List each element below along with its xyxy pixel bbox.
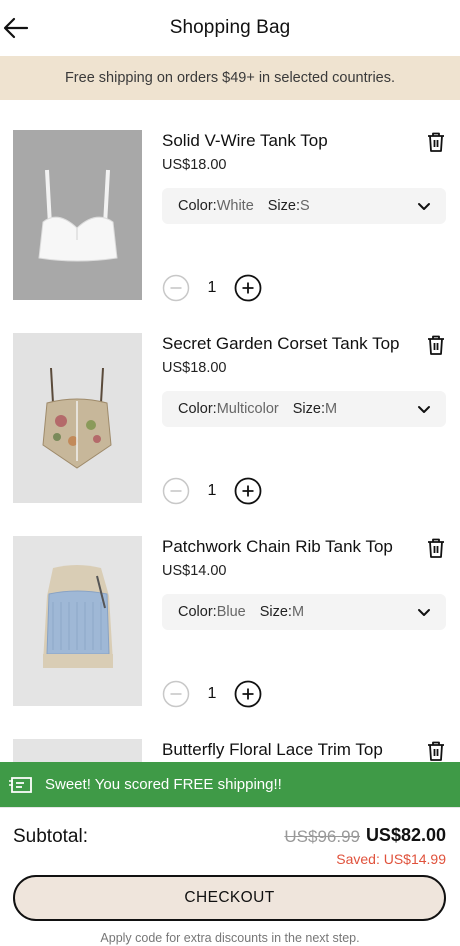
color-label: Color: bbox=[178, 604, 217, 620]
chevron-down-icon bbox=[418, 203, 430, 210]
item-price: US$18.00 bbox=[162, 360, 227, 376]
item-price: US$18.00 bbox=[162, 157, 227, 173]
plus-icon[interactable] bbox=[234, 477, 262, 505]
quantity-stepper: 1 bbox=[162, 680, 262, 708]
size-value: M bbox=[291, 604, 305, 620]
color-value: White bbox=[216, 198, 254, 214]
variant-selector[interactable]: Color: White Size: S bbox=[162, 188, 446, 224]
trash-icon[interactable] bbox=[425, 131, 447, 153]
minus-icon[interactable] bbox=[162, 477, 190, 505]
checkout-footer: Subtotal: US$96.99 US$82.00 Saved: US$14… bbox=[0, 807, 460, 946]
size-label: Size: bbox=[259, 604, 292, 620]
discount-hint: Apply code for extra discounts in the ne… bbox=[100, 931, 360, 945]
quantity-value: 1 bbox=[207, 685, 217, 702]
size-value: M bbox=[324, 401, 338, 417]
size-label: Size: bbox=[267, 198, 301, 214]
shipping-banner-text: Free shipping on orders $49+ in selected… bbox=[64, 70, 396, 86]
item-price: US$14.00 bbox=[162, 563, 227, 579]
header: Shopping Bag bbox=[0, 0, 460, 56]
checkout-button[interactable]: CHECKOUT bbox=[13, 875, 446, 921]
shipping-truck-icon bbox=[9, 776, 32, 793]
chevron-down-icon bbox=[418, 609, 430, 616]
free-shipping-bar: Sweet! You scored FREE shipping!! bbox=[0, 762, 460, 807]
cart-item-3: Patchwork Chain Rib Tank Top US$14.00 Co… bbox=[0, 536, 460, 708]
item-title[interactable]: Secret Garden Corset Tank Top bbox=[162, 333, 407, 355]
trash-icon[interactable] bbox=[425, 740, 447, 762]
item-title[interactable]: Butterfly Floral Lace Trim Top bbox=[162, 739, 407, 761]
subtotal-label: Subtotal: bbox=[13, 826, 88, 847]
size-label: Size: bbox=[292, 401, 325, 417]
trash-icon[interactable] bbox=[425, 334, 447, 356]
free-shipping-text: Sweet! You scored FREE shipping!! bbox=[45, 776, 282, 793]
cart-item-1: Solid V-Wire Tank Top US$18.00 Color: Wh… bbox=[0, 130, 460, 302]
product-image-3[interactable] bbox=[13, 536, 142, 706]
item-title[interactable]: Patchwork Chain Rib Tank Top bbox=[162, 536, 407, 558]
shipping-banner: Free shipping on orders $49+ in selected… bbox=[0, 56, 460, 100]
product-image-2[interactable] bbox=[13, 333, 142, 503]
product-image-4[interactable] bbox=[13, 739, 142, 762]
floral-corset-image bbox=[13, 333, 142, 503]
minus-icon[interactable] bbox=[162, 680, 190, 708]
product-image-1[interactable] bbox=[13, 130, 142, 300]
quantity-stepper: 1 bbox=[162, 274, 262, 302]
saved-amount: Saved: US$14.99 bbox=[336, 851, 446, 867]
cart-item-4: Butterfly Floral Lace Trim Top bbox=[0, 739, 460, 762]
quantity-stepper: 1 bbox=[162, 477, 262, 505]
item-title[interactable]: Solid V-Wire Tank Top bbox=[162, 130, 407, 152]
quantity-value: 1 bbox=[207, 279, 217, 296]
color-label: Color: bbox=[178, 401, 217, 417]
trash-icon[interactable] bbox=[425, 537, 447, 559]
color-value: Blue bbox=[216, 604, 246, 620]
quantity-value: 1 bbox=[207, 482, 217, 499]
chevron-down-icon bbox=[418, 406, 430, 413]
page-title: Shopping Bag bbox=[169, 17, 291, 38]
color-value: Multicolor bbox=[216, 401, 279, 417]
color-label: Color: bbox=[178, 198, 217, 214]
plus-icon[interactable] bbox=[234, 274, 262, 302]
variant-selector[interactable]: Color: Multicolor Size: M bbox=[162, 391, 446, 427]
subtotal-value: US$82.00 bbox=[365, 825, 446, 845]
variant-selector[interactable]: Color: Blue Size: M bbox=[162, 594, 446, 630]
plus-icon[interactable] bbox=[234, 680, 262, 708]
blue-rib-tank-image bbox=[13, 536, 142, 706]
size-value: S bbox=[300, 198, 310, 214]
minus-icon[interactable] bbox=[162, 274, 190, 302]
cart-item-2: Secret Garden Corset Tank Top US$18.00 C… bbox=[0, 333, 460, 505]
white-tank-top-image bbox=[13, 130, 142, 300]
original-price: US$96.99 bbox=[284, 827, 360, 846]
